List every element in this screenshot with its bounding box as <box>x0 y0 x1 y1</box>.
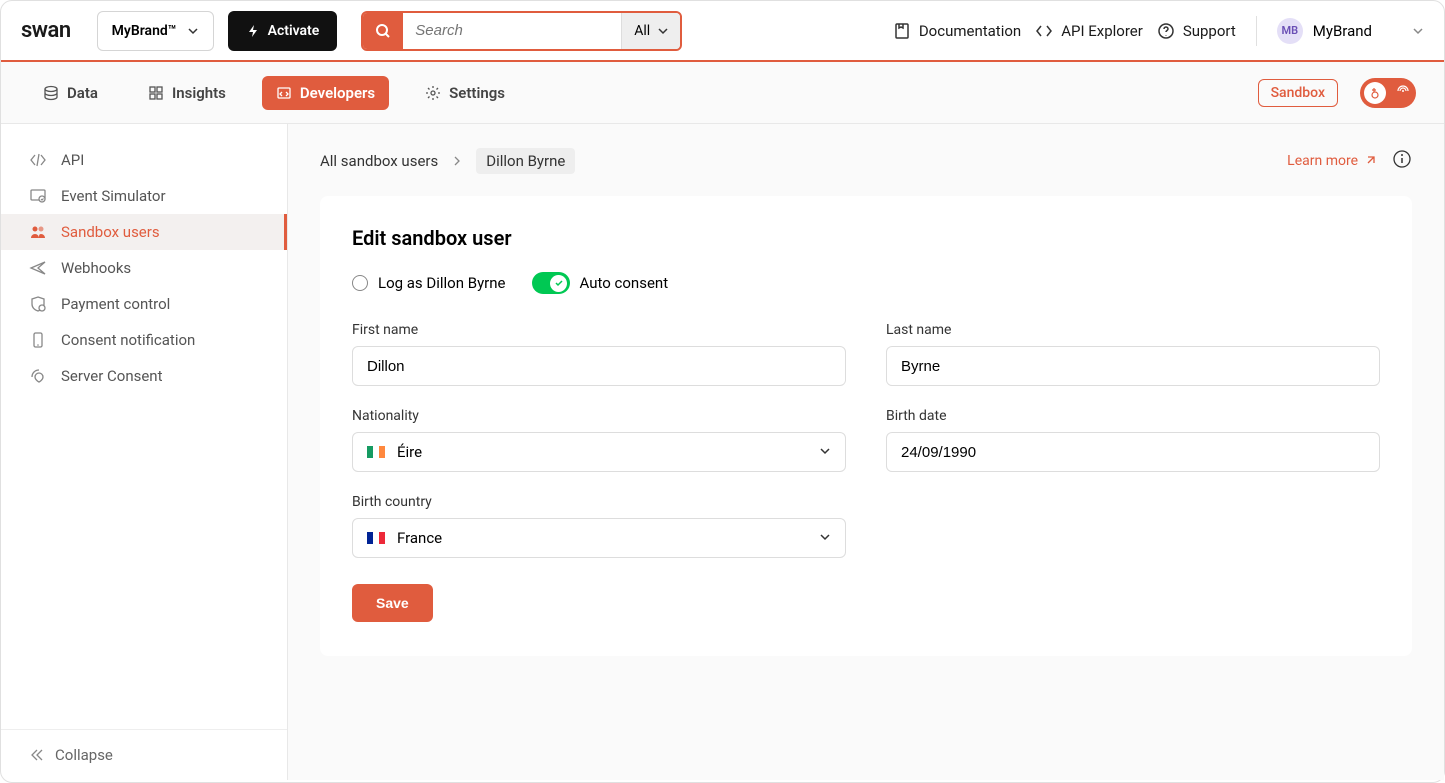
last-name-field: Last name <box>886 322 1380 386</box>
birth-country-field: Birth country France <box>352 494 846 558</box>
tab-insights[interactable]: Insights <box>134 76 240 110</box>
logo: swan <box>21 18 71 43</box>
info-icon[interactable] <box>1392 149 1412 173</box>
search-bar: All <box>361 11 682 51</box>
tab-developers[interactable]: Developers <box>262 76 389 110</box>
breadcrumb-current: Dillon Byrne <box>476 148 575 174</box>
sidebar-item-api[interactable]: API <box>1 142 287 178</box>
sidebar-item-sandbox-users[interactable]: Sandbox users <box>1 214 287 250</box>
sandbox-badge[interactable]: Sandbox <box>1258 79 1338 107</box>
tab-settings[interactable]: Settings <box>411 76 519 110</box>
breadcrumb: All sandbox users Dillon Byrne Learn mor… <box>320 148 1412 174</box>
sidebar-item-event-simulator[interactable]: Event Simulator <box>1 178 287 214</box>
birth-country-select[interactable]: France <box>352 518 846 558</box>
birth-date-input[interactable] <box>886 432 1380 472</box>
last-name-input[interactable] <box>886 346 1380 386</box>
card-title: Edit sandbox user <box>352 226 1380 250</box>
user-name: MyBrand <box>1313 22 1372 40</box>
collapse-button[interactable]: Collapse <box>1 729 287 780</box>
birth-date-field: Birth date <box>886 408 1380 472</box>
radio-icon <box>352 275 368 291</box>
sidebar-item-payment-control[interactable]: Payment control <box>1 286 287 322</box>
brand-selector[interactable]: MyBrand™ <box>97 11 214 51</box>
sidebar-item-webhooks[interactable]: Webhooks <box>1 250 287 286</box>
ireland-flag-icon <box>367 446 385 458</box>
sidebar-item-server-consent[interactable]: Server Consent <box>1 358 287 394</box>
chevron-down-icon <box>187 25 199 37</box>
topbar: swan MyBrand™ Activate All Documentation… <box>1 1 1444 62</box>
environment-toggle[interactable] <box>1360 78 1416 108</box>
documentation-link[interactable]: Documentation <box>893 22 1021 40</box>
user-menu[interactable]: MB MyBrand <box>1277 18 1424 44</box>
sidebar: API Event Simulator Sandbox users Webhoo… <box>1 124 288 780</box>
nationality-field: Nationality Éire <box>352 408 846 472</box>
auto-consent-toggle[interactable]: Auto consent <box>532 272 669 294</box>
tab-data[interactable]: Data <box>29 76 112 110</box>
first-name-input[interactable] <box>352 346 846 386</box>
navbar: Data Insights Developers Settings Sandbo… <box>1 62 1444 124</box>
api-explorer-link[interactable]: API Explorer <box>1035 22 1143 40</box>
log-as-radio[interactable]: Log as Dillon Byrne <box>352 274 506 292</box>
activate-label: Activate <box>268 23 320 39</box>
chevron-down-icon <box>819 443 831 461</box>
nationality-select[interactable]: Éire <box>352 432 846 472</box>
first-name-field: First name <box>352 322 846 386</box>
france-flag-icon <box>367 532 385 544</box>
search-filter-label: All <box>634 23 650 39</box>
lightning-icon <box>246 24 260 38</box>
switch-icon <box>532 272 570 294</box>
avatar: MB <box>1277 18 1303 44</box>
save-button[interactable]: Save <box>352 584 433 622</box>
content-area: All sandbox users Dillon Byrne Learn mor… <box>288 124 1444 780</box>
edit-card: Edit sandbox user Log as Dillon Byrne Au… <box>320 196 1412 656</box>
learn-more-link[interactable]: Learn more <box>1287 153 1376 169</box>
brand-selector-label: MyBrand™ <box>112 23 177 39</box>
search-icon-button[interactable] <box>363 13 403 49</box>
chevron-down-icon <box>819 529 831 547</box>
search-filter-select[interactable]: All <box>621 13 680 49</box>
sidebar-item-consent-notification[interactable]: Consent notification <box>1 322 287 358</box>
search-input[interactable] <box>403 13 621 49</box>
support-link[interactable]: Support <box>1157 22 1236 40</box>
breadcrumb-root[interactable]: All sandbox users <box>320 152 438 170</box>
activate-button[interactable]: Activate <box>228 11 338 51</box>
